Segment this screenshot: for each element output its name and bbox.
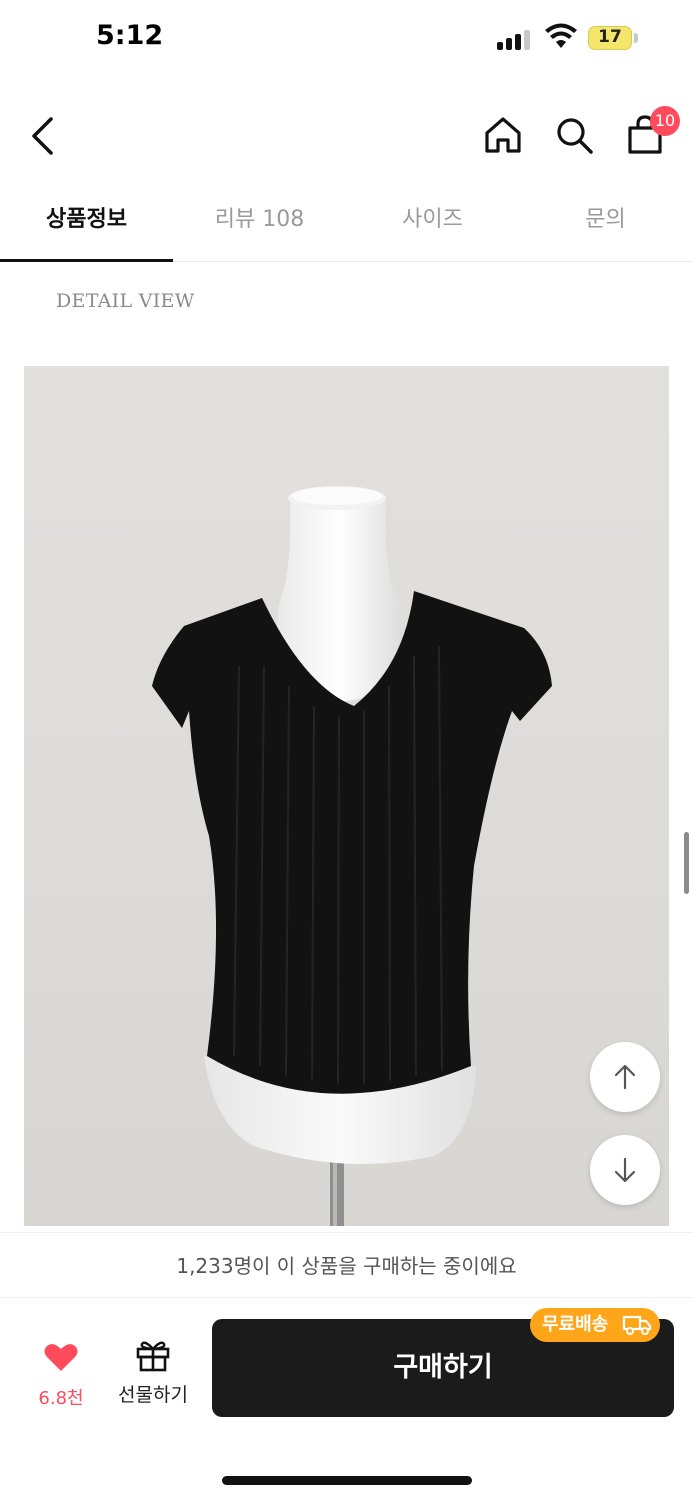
cart-count-badge: 10 bbox=[650, 106, 680, 136]
battery-icon: 17 bbox=[588, 26, 632, 50]
free-shipping-label: 무료배송 bbox=[542, 1314, 609, 1335]
back-button[interactable] bbox=[22, 112, 62, 160]
status-bar: 5:12 17 bbox=[0, 0, 693, 80]
tab-reviews[interactable]: 리뷰 108 bbox=[173, 190, 346, 261]
gift-icon bbox=[136, 1341, 170, 1372]
search-icon bbox=[557, 118, 593, 154]
heart-icon bbox=[44, 1344, 78, 1371]
purchase-notice: 1,233명이 이 상품을 구매하는 중이에요 bbox=[0, 1232, 693, 1298]
home-icon bbox=[485, 117, 521, 153]
product-image bbox=[24, 366, 669, 1226]
app-header: 10 bbox=[0, 92, 693, 180]
detail-view-label: DETAIL VIEW bbox=[56, 290, 195, 312]
free-shipping-badge: 무료배송 bbox=[530, 1308, 660, 1342]
scroll-indicator[interactable] bbox=[684, 832, 689, 894]
tab-bar: 상품정보 리뷰 108 사이즈 문의 bbox=[0, 190, 693, 262]
bottom-action-bar: 6.8천 선물하기 구매하기 무료배송 bbox=[0, 1298, 693, 1500]
signal-icon bbox=[497, 28, 531, 50]
gift-button[interactable]: 선물하기 bbox=[110, 1338, 196, 1408]
arrow-up-icon bbox=[614, 1064, 636, 1090]
chevron-left-icon bbox=[32, 117, 53, 155]
like-count: 6.8천 bbox=[38, 1388, 84, 1409]
tab-product-info[interactable]: 상품정보 bbox=[0, 190, 173, 262]
battery-cap bbox=[634, 33, 638, 43]
wifi-icon bbox=[544, 22, 578, 50]
scroll-down-button[interactable] bbox=[590, 1135, 660, 1205]
tab-inquiry[interactable]: 문의 bbox=[519, 190, 692, 261]
status-time: 5:12 bbox=[96, 20, 164, 51]
gift-label: 선물하기 bbox=[118, 1384, 188, 1406]
like-button[interactable]: 6.8천 bbox=[26, 1340, 96, 1410]
search-button[interactable] bbox=[549, 110, 599, 160]
tab-size[interactable]: 사이즈 bbox=[346, 190, 519, 261]
home-indicator[interactable] bbox=[222, 1476, 472, 1485]
truck-icon bbox=[622, 1315, 652, 1335]
scroll-up-button[interactable] bbox=[590, 1042, 660, 1112]
arrow-down-icon bbox=[614, 1157, 636, 1183]
battery-level: 17 bbox=[598, 27, 622, 47]
home-button[interactable] bbox=[478, 110, 528, 160]
